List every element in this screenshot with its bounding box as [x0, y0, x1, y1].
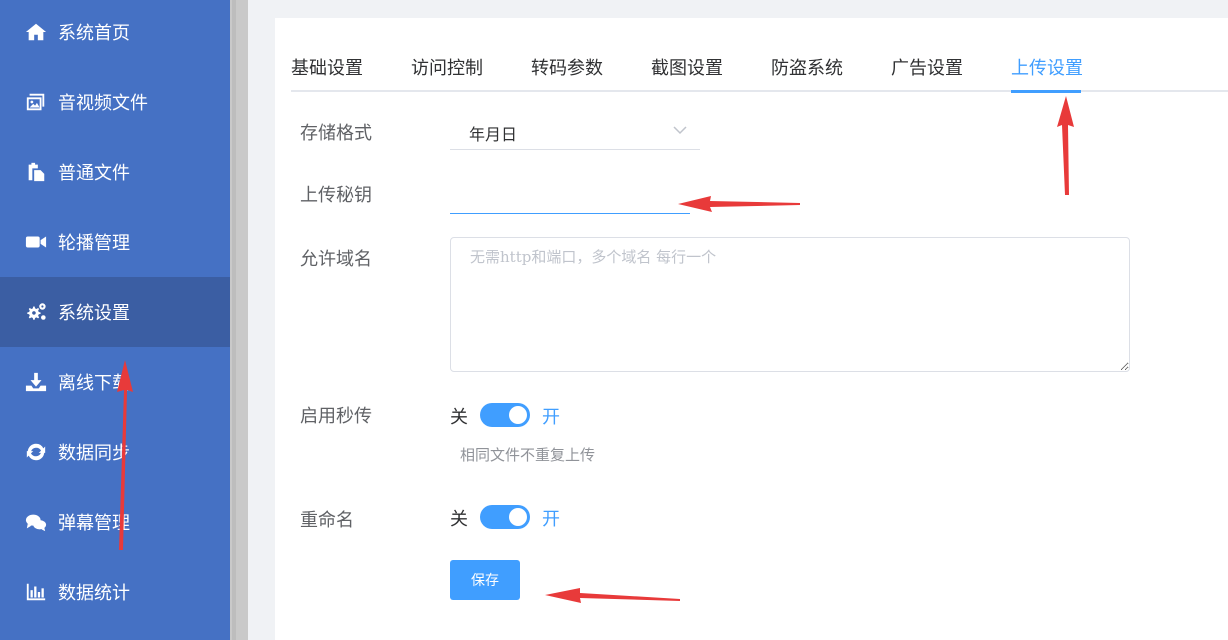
sync-icon	[24, 440, 48, 464]
settings-tabs: 基础设置 访问控制 转码参数 截图设置 防盗系统 广告设置 上传设置	[291, 52, 1228, 93]
allowed-domains-label: 允许域名	[300, 249, 372, 270]
save-button[interactable]: 保存	[450, 560, 520, 600]
home-icon	[24, 20, 48, 44]
sidebar-item-danmaku[interactable]: 弹幕管理	[0, 487, 230, 557]
main-area: 基础设置 访问控制 转码参数 截图设置 防盗系统 广告设置 上传设置 存储格式 …	[248, 0, 1228, 640]
sidebar-item-label: 普通文件	[58, 163, 130, 184]
active-tab-indicator	[1011, 90, 1081, 93]
sidebar-item-files[interactable]: 普通文件	[0, 137, 230, 207]
sidebar-item-label: 音视频文件	[58, 93, 148, 114]
storage-format-select[interactable]: 年月日	[450, 112, 700, 150]
sidebar-item-label: 系统首页	[58, 23, 130, 44]
sidebar-item-home[interactable]: 系统首页	[0, 0, 230, 67]
sidebar-item-label: 离线下载	[58, 373, 130, 394]
gears-icon	[24, 300, 48, 324]
rename-switch[interactable]	[480, 505, 530, 529]
tab-upload-settings[interactable]: 上传设置	[1011, 52, 1083, 92]
scrollbar-track	[232, 0, 236, 640]
sidebar-item-label: 弹幕管理	[58, 513, 130, 534]
sidebar-item-data-sync[interactable]: 数据同步	[0, 417, 230, 487]
rename-label: 重命名	[300, 510, 354, 531]
sidebar-item-statistics[interactable]: 数据统计	[0, 557, 230, 627]
tab-anti-theft[interactable]: 防盗系统	[771, 52, 843, 92]
sidebar-scrollbar[interactable]	[230, 0, 248, 640]
sidebar-item-settings[interactable]: 系统设置	[0, 277, 230, 347]
tab-ad-settings[interactable]: 广告设置	[891, 52, 963, 92]
instant-upload-label: 启用秒传	[300, 406, 372, 427]
file-icon	[24, 160, 48, 184]
media-icon	[24, 90, 48, 114]
rename-on-label: 开	[542, 509, 560, 530]
chevron-down-icon	[673, 126, 687, 135]
tab-transcode-params[interactable]: 转码参数	[531, 52, 603, 92]
allowed-domains-textarea[interactable]	[450, 237, 1130, 372]
sidebar-item-label: 轮播管理	[58, 233, 130, 254]
sidebar-item-carousel[interactable]: 轮播管理	[0, 207, 230, 277]
storage-format-label: 存储格式	[300, 123, 372, 144]
switch-knob	[509, 406, 527, 424]
tab-screenshot-settings[interactable]: 截图设置	[651, 52, 723, 92]
instant-upload-switch[interactable]	[480, 403, 530, 427]
chart-icon	[24, 580, 48, 604]
video-camera-icon	[24, 230, 48, 254]
instant-upload-off-label: 关	[450, 407, 468, 428]
instant-upload-on-label: 开	[542, 407, 560, 428]
tab-basic-settings[interactable]: 基础设置	[291, 52, 363, 92]
switch-knob	[509, 508, 527, 526]
rename-off-label: 关	[450, 509, 468, 530]
sidebar-item-media[interactable]: 音视频文件	[0, 67, 230, 137]
upload-key-label: 上传秘钥	[300, 185, 372, 206]
sidebar-item-offline-download[interactable]: 离线下载	[0, 347, 230, 417]
settings-card: 基础设置 访问控制 转码参数 截图设置 防盗系统 广告设置 上传设置 存储格式 …	[275, 18, 1228, 640]
download-icon	[24, 370, 48, 394]
sidebar-item-label: 数据同步	[58, 443, 130, 464]
sidebar-item-label: 系统设置	[58, 303, 130, 324]
upload-key-input[interactable]	[450, 176, 690, 214]
sidebar: 系统首页 音视频文件 普通文件 轮播管理 系统设置 离线下载 数据同步 弹幕管理…	[0, 0, 230, 640]
tab-access-control[interactable]: 访问控制	[411, 52, 483, 92]
storage-format-value: 年月日	[469, 125, 518, 144]
comments-icon	[24, 510, 48, 534]
instant-upload-hint: 相同文件不重复上传	[460, 446, 596, 464]
sidebar-item-label: 数据统计	[58, 583, 130, 604]
